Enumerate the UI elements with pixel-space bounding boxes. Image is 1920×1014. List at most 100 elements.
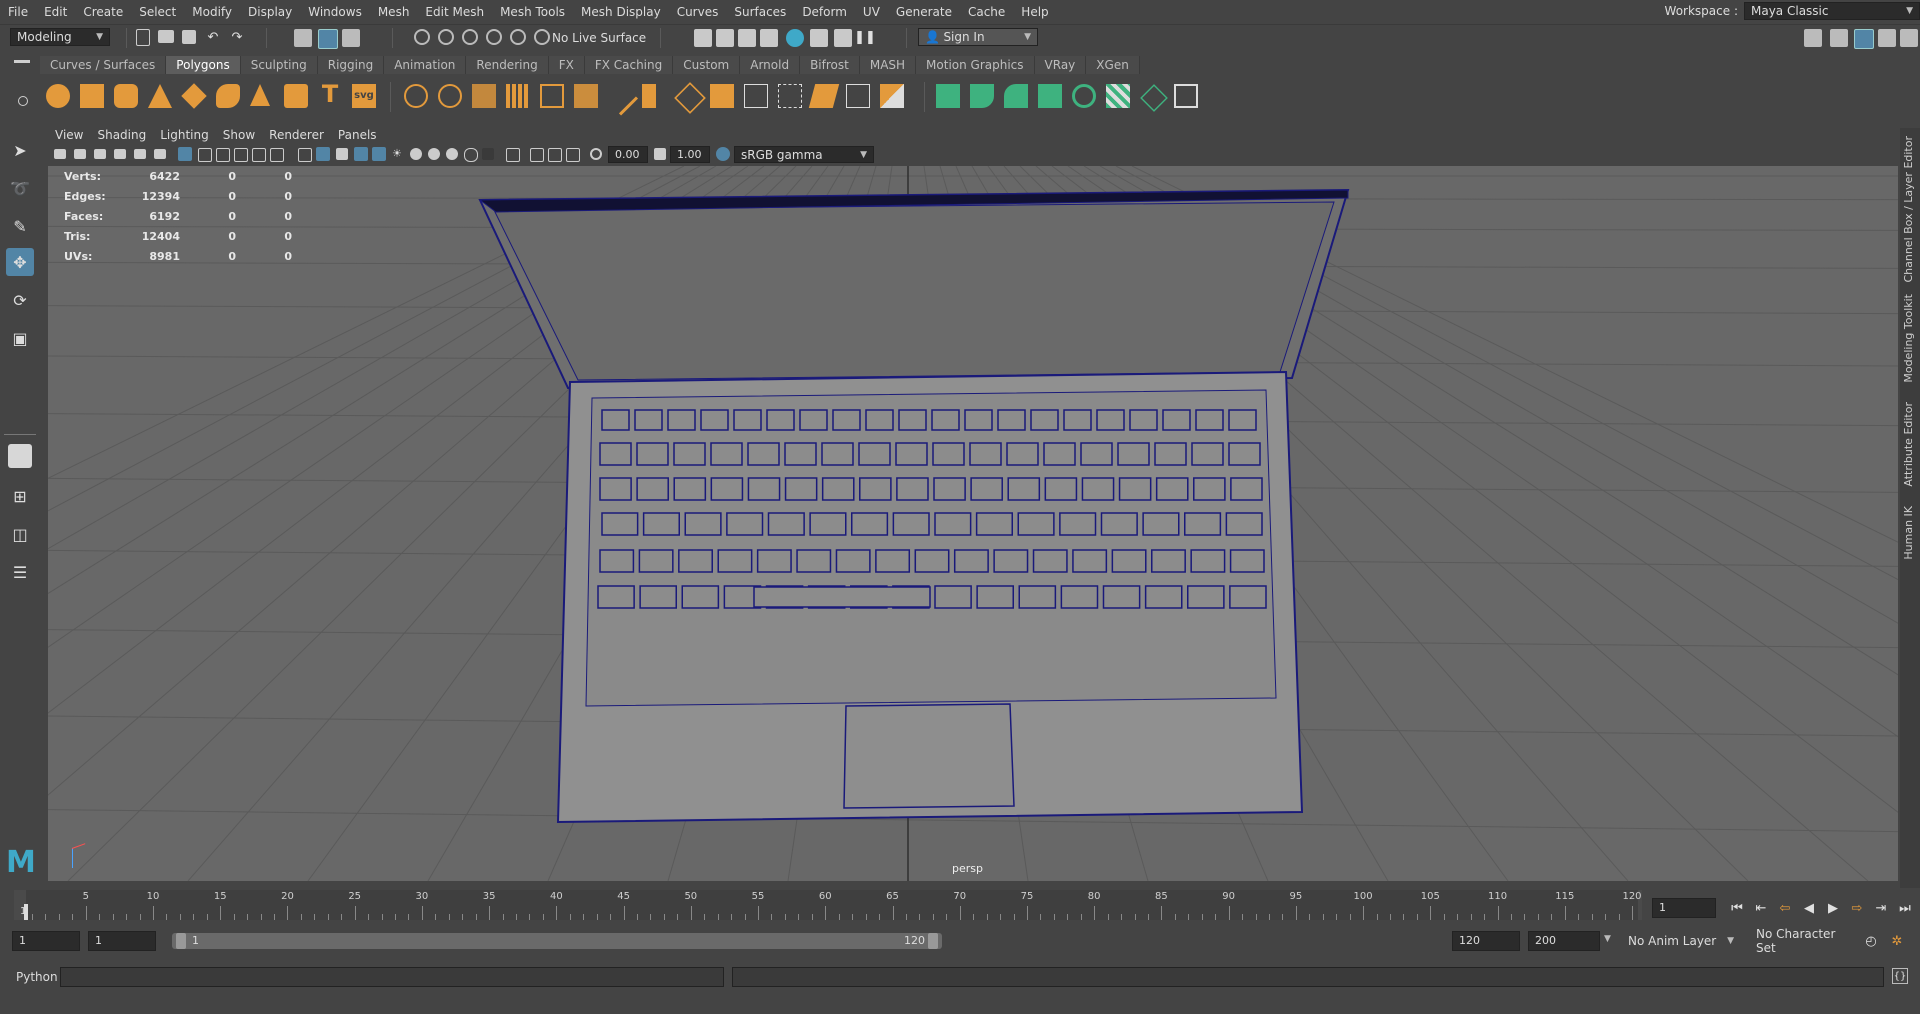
single-pane-layout-icon[interactable] <box>8 444 32 468</box>
menu-select[interactable]: Select <box>131 5 184 19</box>
anti-aliasing-icon[interactable] <box>464 148 478 162</box>
menu-deform[interactable]: Deform <box>794 5 855 19</box>
render-frame-icon[interactable] <box>716 29 734 47</box>
current-frame-field[interactable]: 1 <box>1652 898 1716 918</box>
render-view-icon[interactable] <box>810 29 828 47</box>
live-surface-field[interactable]: No Live Surface <box>548 28 648 48</box>
combine-icon[interactable] <box>404 84 428 108</box>
tab-motion-graphics[interactable]: Motion Graphics <box>916 56 1035 74</box>
menu-generate[interactable]: Generate <box>888 5 960 19</box>
menu-cache[interactable]: Cache <box>960 5 1013 19</box>
tool-settings-icon[interactable] <box>1900 29 1918 47</box>
play-forwards-icon[interactable]: ▶ <box>1824 899 1842 917</box>
gamma-icon[interactable] <box>654 148 666 160</box>
lasso-tool-icon[interactable]: ➰ <box>6 174 34 202</box>
character-controls-icon[interactable] <box>1830 29 1848 47</box>
multi-cut-icon[interactable] <box>601 79 639 116</box>
tab-rendering[interactable]: Rendering <box>466 56 549 74</box>
menu-windows[interactable]: Windows <box>300 5 370 19</box>
redo-icon[interactable]: ↷ <box>228 28 246 46</box>
uv-automatic-icon[interactable] <box>1038 84 1062 108</box>
menu-edit[interactable]: Edit <box>36 5 75 19</box>
select-tool-icon[interactable]: ➤ <box>6 136 34 164</box>
two-pane-layout-icon[interactable]: ◫ <box>6 520 34 548</box>
snap-grid-icon[interactable] <box>414 29 430 45</box>
uv-planar-icon[interactable] <box>936 84 960 108</box>
menu-set-dropdown[interactable]: Modeling ▼ <box>10 28 110 46</box>
tab-fx[interactable]: FX <box>548 56 585 74</box>
bookmark-icon[interactable] <box>94 149 106 159</box>
menu-uv[interactable]: UV <box>855 5 888 19</box>
uv-unfold-icon[interactable] <box>1072 84 1096 108</box>
tab-custom[interactable]: Custom <box>673 56 741 74</box>
command-language-label[interactable]: Python <box>16 970 58 984</box>
bridge-icon[interactable] <box>574 84 598 108</box>
viewport-persp[interactable]: Verts: 6422 0 0 Edges: 12394 0 0 Faces: 6192 0 0 … <box>48 166 1898 881</box>
uv-cylindrical-icon[interactable] <box>970 84 994 108</box>
exposure-icon[interactable] <box>590 148 602 160</box>
smooth-icon[interactable] <box>506 84 530 108</box>
gamma-field[interactable]: 1.00 <box>670 146 710 163</box>
wireframe-on-shaded-icon[interactable] <box>354 147 368 161</box>
move-tool-icon[interactable]: ✥ <box>6 248 34 276</box>
poly-cube-icon[interactable] <box>80 84 104 108</box>
open-scene-icon[interactable] <box>158 30 174 43</box>
command-input[interactable] <box>60 967 724 987</box>
range-slider-end-handle[interactable] <box>928 933 938 949</box>
boolean-icon[interactable] <box>880 84 904 108</box>
bevel-icon[interactable] <box>674 82 706 114</box>
tab-mash[interactable]: MASH <box>859 56 917 74</box>
smooth-shade-icon[interactable] <box>316 147 330 161</box>
poly-cylinder-icon[interactable] <box>114 84 138 108</box>
pause-icon[interactable]: ❚❚ <box>854 28 876 46</box>
panel-menu-panels[interactable]: Panels <box>331 128 384 144</box>
go-to-start-icon[interactable]: ⏮ <box>1728 899 1746 917</box>
uv-cut-icon[interactable] <box>1140 84 1168 112</box>
range-slider[interactable]: 1 120 <box>172 933 942 949</box>
sign-in-button[interactable]: 👤 Sign In ▼ <box>918 28 1038 46</box>
motion-blur-icon[interactable] <box>446 148 458 160</box>
poly-sphere-icon[interactable] <box>46 84 70 108</box>
append-poly-icon[interactable] <box>710 84 734 108</box>
target-weld-icon[interactable] <box>808 84 840 108</box>
view-transform-dropdown[interactable]: sRGB gamma ▼ <box>734 146 874 163</box>
animation-end-field[interactable]: 200 <box>1528 931 1600 951</box>
poly-cone-icon[interactable] <box>148 84 172 108</box>
step-forward-frame-icon[interactable]: ⇨ <box>1848 899 1866 917</box>
gate-mask-icon[interactable] <box>234 148 248 162</box>
separate-icon[interactable] <box>438 84 462 108</box>
tab-curves-surfaces[interactable]: Curves / Surfaces <box>40 56 167 74</box>
play-backwards-icon[interactable]: ◀ <box>1800 899 1818 917</box>
animation-start-field[interactable]: 1 <box>12 931 80 951</box>
paint-select-icon[interactable]: ✎ <box>6 212 34 240</box>
menu-help[interactable]: Help <box>1013 5 1056 19</box>
menu-display[interactable]: Display <box>240 5 300 19</box>
character-set-dropdown[interactable]: No Character Set <box>1750 927 1860 955</box>
extrude-icon[interactable] <box>642 84 656 108</box>
panel-menu-show[interactable]: Show <box>216 128 262 144</box>
tab-human-ik[interactable]: Human IK <box>1902 506 1915 560</box>
color-management-icon[interactable] <box>716 147 730 161</box>
animation-preferences-icon[interactable]: ✲ <box>1888 932 1906 950</box>
ambient-occlusion-icon[interactable] <box>428 148 440 160</box>
playback-end-field[interactable]: 120 <box>1452 931 1520 951</box>
uv-layout-icon[interactable] <box>1106 84 1130 108</box>
shelf-menu-icon[interactable] <box>14 60 30 63</box>
anim-layer-dropdown[interactable]: No Anim Layer ▼ <box>1622 932 1740 950</box>
four-pane-layout-icon[interactable]: ⊞ <box>6 482 34 510</box>
auto-key-icon[interactable]: ◴ <box>1862 932 1880 950</box>
shelf-settings-icon[interactable] <box>18 96 28 106</box>
menu-mesh[interactable]: Mesh <box>370 5 418 19</box>
textured-icon[interactable] <box>336 148 348 160</box>
snap-point-icon[interactable] <box>462 29 478 45</box>
go-to-end-icon[interactable]: ⏭ <box>1896 899 1914 917</box>
scale-tool-icon[interactable]: ▣ <box>6 324 34 352</box>
channel-box-toggle-icon[interactable] <box>1854 29 1874 49</box>
camera-attributes-icon[interactable] <box>74 149 86 159</box>
time-ruler[interactable]: 5 10 15 20 25 30 35 40 45 50 55 60 65 70 75 80 85 90 95 100… <box>26 890 1642 920</box>
mirror-icon[interactable] <box>472 84 496 108</box>
render-settings-icon[interactable] <box>760 29 778 47</box>
frame-all-icon[interactable] <box>530 148 544 162</box>
menu-create[interactable]: Create <box>75 5 131 19</box>
construction-history-icon[interactable] <box>694 29 712 47</box>
